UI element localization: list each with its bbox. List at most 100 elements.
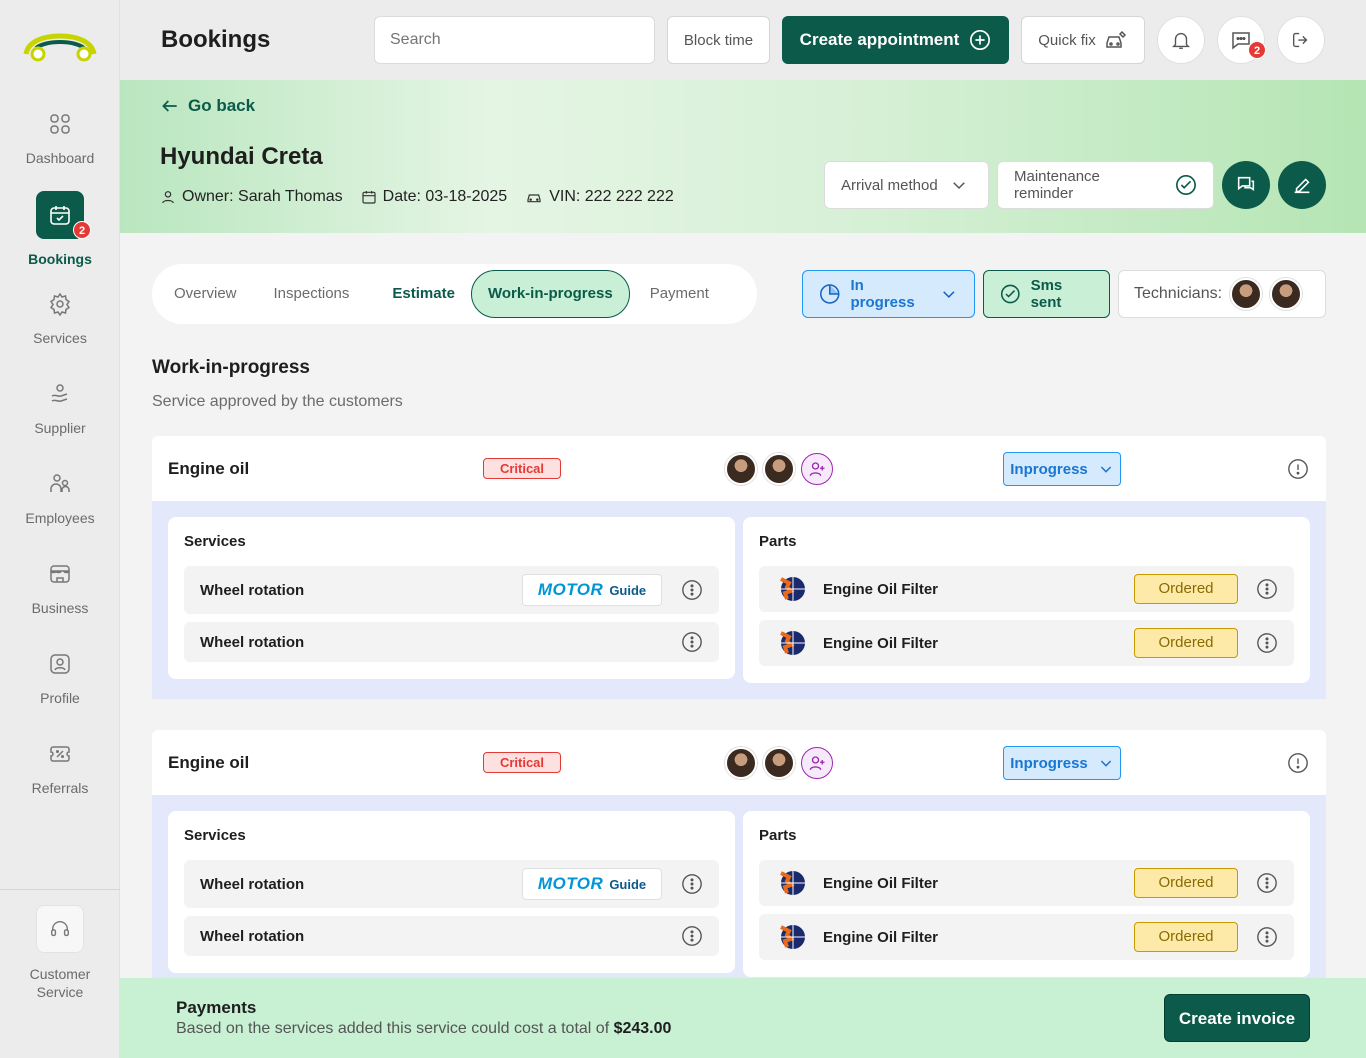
messages-badge: 2 (1248, 41, 1266, 59)
chat-bubbles-icon (1237, 176, 1255, 192)
sidebar-item-profile[interactable]: Profile (0, 652, 120, 706)
create-invoice-button[interactable]: Create invoice (1164, 994, 1310, 1042)
service-name: Engine oil (168, 459, 250, 478)
more-vertical-icon[interactable] (681, 631, 703, 653)
part-name: Engine Oil Filter (823, 634, 939, 652)
bookings-active-box: 2 (36, 191, 91, 239)
service-card: Engine oil Critical Inprogress Services … (152, 730, 1326, 993)
service-status-dropdown[interactable]: Inprogress (1003, 746, 1121, 780)
progress-status-dropdown[interactable]: In progress (802, 270, 975, 318)
service-status-label: Inprogress (1010, 460, 1088, 478)
sidebar-item-services[interactable]: Services (0, 292, 120, 346)
service-row[interactable]: Wheel rotation (184, 916, 719, 956)
owner-info: Owner: Sarah Thomas (160, 188, 343, 206)
chat-button[interactable] (1222, 161, 1270, 209)
date-info: Date: 03-18-2025 (361, 188, 507, 206)
priority-badge: Critical (483, 752, 561, 773)
bell-icon (1172, 32, 1190, 49)
parts-brand-logo-icon (780, 871, 805, 895)
car-logo-icon[interactable] (22, 28, 98, 64)
assigned-technicians (725, 453, 833, 485)
part-row[interactable]: Engine Oil Filter Ordered (759, 860, 1294, 906)
part-name: Engine Oil Filter (823, 580, 939, 598)
notifications-button[interactable] (1157, 16, 1205, 64)
more-vertical-icon[interactable] (681, 873, 703, 895)
vin-text: VIN: 222 222 222 (549, 188, 674, 205)
motor-guide-label: Guide (609, 582, 647, 598)
plus-circle-icon (970, 30, 991, 50)
tab-overview[interactable]: Overview (158, 270, 253, 318)
part-row[interactable]: Engine Oil Filter Ordered (759, 566, 1294, 612)
sidebar-item-customer-service[interactable]: Customer Service (0, 905, 120, 1001)
tab-payment[interactable]: Payment (634, 270, 725, 318)
block-time-button[interactable]: Block time (667, 16, 770, 64)
sidebar-item-label: Profile (40, 690, 80, 706)
motor-guide-button[interactable]: MOTOR Guide (522, 868, 662, 900)
technicians-label: Technicians: (1134, 285, 1223, 302)
tab-inspections[interactable]: Inspections (258, 270, 366, 318)
create-appointment-button[interactable]: Create appointment (782, 16, 1009, 64)
service-row-label: Wheel rotation (200, 633, 305, 651)
part-row[interactable]: Engine Oil Filter Ordered (759, 620, 1294, 666)
sidebar-item-supplier[interactable]: Supplier (0, 382, 120, 436)
check-circle-icon (1000, 284, 1020, 304)
messages-button[interactable]: 2 (1217, 16, 1266, 64)
arrival-method-dropdown[interactable]: Arrival method (824, 161, 989, 209)
vin-info: VIN: 222 222 222 (525, 188, 674, 206)
avatar (763, 747, 795, 779)
motor-guide-button[interactable]: MOTOR Guide (522, 574, 662, 606)
part-status-badge: Ordered (1134, 628, 1238, 658)
grid-icon (50, 114, 70, 134)
motor-logo: MOTOR (537, 580, 604, 599)
technicians-box[interactable]: Technicians: (1118, 270, 1326, 318)
sidebar-item-business[interactable]: Business (0, 562, 120, 616)
sms-sent-badge[interactable]: Sms sent (983, 270, 1110, 318)
progress-status-label: In progress (850, 277, 915, 311)
employees-icon (50, 474, 70, 492)
info-icon[interactable] (1287, 752, 1309, 774)
sidebar-item-label: Referrals (31, 780, 89, 796)
more-vertical-icon[interactable] (1256, 578, 1278, 600)
more-vertical-icon[interactable] (681, 579, 703, 601)
part-name: Engine Oil Filter (823, 874, 939, 892)
tab-work-in-progress[interactable]: Work-in-progress (470, 270, 630, 318)
sidebar-divider (0, 889, 120, 890)
headset-icon (51, 921, 69, 937)
supplier-icon (51, 384, 68, 402)
more-vertical-icon[interactable] (681, 925, 703, 947)
sidebar-item-employees[interactable]: Employees (0, 472, 120, 526)
create-appointment-label: Create appointment (799, 30, 960, 49)
arrival-method-label: Arrival method (841, 176, 938, 194)
service-row[interactable]: Wheel rotation (184, 622, 719, 662)
tab-estimate[interactable]: Estimate (376, 270, 471, 318)
search-input[interactable] (374, 16, 655, 64)
customer-service-label: Customer Service (29, 966, 91, 1000)
service-status-dropdown[interactable]: Inprogress (1003, 452, 1121, 486)
quick-fix-button[interactable]: Quick fix (1021, 16, 1145, 64)
add-technician-button[interactable] (801, 453, 833, 485)
service-card-header: Engine oil Critical Inprogress (152, 436, 1326, 501)
service-card-body: Services Wheel rotation MOTOR Guide Whee… (152, 501, 1326, 699)
quick-fix-label: Quick fix (1038, 31, 1096, 49)
sidebar-item-bookings[interactable]: 2 Bookings (0, 191, 120, 267)
add-technician-button[interactable] (801, 747, 833, 779)
profile-icon (50, 654, 70, 674)
sidebar-item-referrals[interactable]: Referrals (0, 742, 120, 796)
more-vertical-icon[interactable] (1256, 872, 1278, 894)
section-title: Work-in-progress (152, 357, 311, 378)
go-back-link[interactable]: Go back (160, 96, 255, 116)
ticket-percent-icon (50, 746, 70, 762)
info-icon[interactable] (1287, 458, 1309, 480)
service-row[interactable]: Wheel rotation MOTOR Guide (184, 860, 719, 908)
more-vertical-icon[interactable] (1256, 926, 1278, 948)
maintenance-reminder-button[interactable]: Maintenance reminder (997, 161, 1214, 209)
service-row[interactable]: Wheel rotation MOTOR Guide (184, 566, 719, 614)
part-row[interactable]: Engine Oil Filter Ordered (759, 914, 1294, 960)
person-icon (162, 191, 174, 204)
sidebar-item-dashboard[interactable]: Dashboard (0, 112, 120, 166)
parts-title: Parts (759, 533, 797, 550)
more-vertical-icon[interactable] (1256, 632, 1278, 654)
edit-button[interactable] (1278, 161, 1326, 209)
logout-button[interactable] (1277, 16, 1325, 64)
car-title: Hyundai Creta (160, 143, 323, 170)
